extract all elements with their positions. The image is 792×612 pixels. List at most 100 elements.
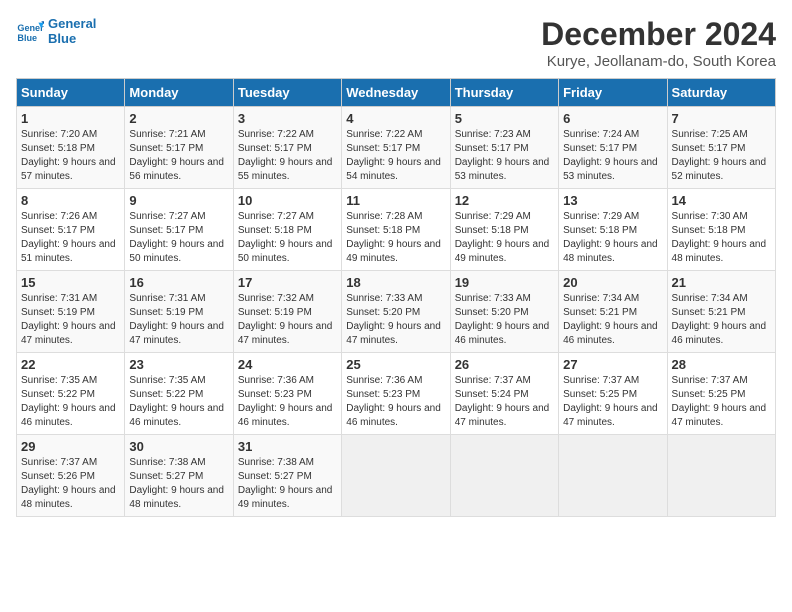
day-number: 20 — [563, 275, 662, 290]
header-wednesday: Wednesday — [342, 79, 450, 107]
calendar-cell-day-10: 10 Sunrise: 7:27 AM Sunset: 5:18 PM Dayl… — [233, 189, 341, 271]
day-info: Sunrise: 7:20 AM Sunset: 5:18 PM Dayligh… — [21, 128, 120, 184]
calendar-cell-empty — [559, 435, 667, 517]
day-number: 7 — [672, 111, 771, 126]
day-number: 21 — [672, 275, 771, 290]
calendar-row: 15 Sunrise: 7:31 AM Sunset: 5:19 PM Dayl… — [17, 271, 776, 353]
calendar-cell-day-4: 4 Sunrise: 7:22 AM Sunset: 5:17 PM Dayli… — [342, 107, 450, 189]
day-number: 15 — [21, 275, 120, 290]
calendar-cell-day-20: 20 Sunrise: 7:34 AM Sunset: 5:21 PM Dayl… — [559, 271, 667, 353]
header-tuesday: Tuesday — [233, 79, 341, 107]
logo-icon: General Blue — [16, 17, 44, 45]
day-info: Sunrise: 7:37 AM Sunset: 5:25 PM Dayligh… — [563, 374, 662, 430]
calendar-row: 22 Sunrise: 7:35 AM Sunset: 5:22 PM Dayl… — [17, 353, 776, 435]
calendar-cell-day-12: 12 Sunrise: 7:29 AM Sunset: 5:18 PM Dayl… — [450, 189, 558, 271]
day-info: Sunrise: 7:31 AM Sunset: 5:19 PM Dayligh… — [129, 292, 228, 348]
calendar-cell-day-19: 19 Sunrise: 7:33 AM Sunset: 5:20 PM Dayl… — [450, 271, 558, 353]
day-info: Sunrise: 7:38 AM Sunset: 5:27 PM Dayligh… — [238, 456, 337, 512]
day-number: 17 — [238, 275, 337, 290]
calendar-cell-day-31: 31 Sunrise: 7:38 AM Sunset: 5:27 PM Dayl… — [233, 435, 341, 517]
day-info: Sunrise: 7:21 AM Sunset: 5:17 PM Dayligh… — [129, 128, 228, 184]
day-info: Sunrise: 7:23 AM Sunset: 5:17 PM Dayligh… — [455, 128, 554, 184]
calendar-cell-day-29: 29 Sunrise: 7:37 AM Sunset: 5:26 PM Dayl… — [17, 435, 125, 517]
day-info: Sunrise: 7:35 AM Sunset: 5:22 PM Dayligh… — [129, 374, 228, 430]
day-number: 1 — [21, 111, 120, 126]
calendar-cell-day-24: 24 Sunrise: 7:36 AM Sunset: 5:23 PM Dayl… — [233, 353, 341, 435]
calendar-cell-day-26: 26 Sunrise: 7:37 AM Sunset: 5:24 PM Dayl… — [450, 353, 558, 435]
day-number: 11 — [346, 193, 445, 208]
day-info: Sunrise: 7:29 AM Sunset: 5:18 PM Dayligh… — [563, 210, 662, 266]
day-info: Sunrise: 7:36 AM Sunset: 5:23 PM Dayligh… — [238, 374, 337, 430]
day-info: Sunrise: 7:24 AM Sunset: 5:17 PM Dayligh… — [563, 128, 662, 184]
day-number: 26 — [455, 357, 554, 372]
calendar-cell-day-23: 23 Sunrise: 7:35 AM Sunset: 5:22 PM Dayl… — [125, 353, 233, 435]
logo: General Blue General Blue — [16, 16, 96, 46]
day-number: 25 — [346, 357, 445, 372]
logo-line1: General — [48, 16, 96, 31]
calendar-cell-empty — [342, 435, 450, 517]
svg-text:Blue: Blue — [17, 33, 37, 43]
calendar-cell-day-30: 30 Sunrise: 7:38 AM Sunset: 5:27 PM Dayl… — [125, 435, 233, 517]
calendar-cell-day-9: 9 Sunrise: 7:27 AM Sunset: 5:17 PM Dayli… — [125, 189, 233, 271]
calendar-cell-day-11: 11 Sunrise: 7:28 AM Sunset: 5:18 PM Dayl… — [342, 189, 450, 271]
calendar-cell-day-8: 8 Sunrise: 7:26 AM Sunset: 5:17 PM Dayli… — [17, 189, 125, 271]
calendar-cell-day-6: 6 Sunrise: 7:24 AM Sunset: 5:17 PM Dayli… — [559, 107, 667, 189]
day-info: Sunrise: 7:25 AM Sunset: 5:17 PM Dayligh… — [672, 128, 771, 184]
day-number: 23 — [129, 357, 228, 372]
calendar-cell-empty — [667, 435, 775, 517]
header-thursday: Thursday — [450, 79, 558, 107]
day-number: 6 — [563, 111, 662, 126]
day-info: Sunrise: 7:22 AM Sunset: 5:17 PM Dayligh… — [346, 128, 445, 184]
day-info: Sunrise: 7:22 AM Sunset: 5:17 PM Dayligh… — [238, 128, 337, 184]
day-number: 5 — [455, 111, 554, 126]
header-saturday: Saturday — [667, 79, 775, 107]
calendar-cell-day-14: 14 Sunrise: 7:30 AM Sunset: 5:18 PM Dayl… — [667, 189, 775, 271]
calendar-cell-day-17: 17 Sunrise: 7:32 AM Sunset: 5:19 PM Dayl… — [233, 271, 341, 353]
day-info: Sunrise: 7:31 AM Sunset: 5:19 PM Dayligh… — [21, 292, 120, 348]
calendar-cell-day-28: 28 Sunrise: 7:37 AM Sunset: 5:25 PM Dayl… — [667, 353, 775, 435]
header-friday: Friday — [559, 79, 667, 107]
day-number: 10 — [238, 193, 337, 208]
calendar-cell-day-18: 18 Sunrise: 7:33 AM Sunset: 5:20 PM Dayl… — [342, 271, 450, 353]
day-number: 8 — [21, 193, 120, 208]
calendar-cell-day-21: 21 Sunrise: 7:34 AM Sunset: 5:21 PM Dayl… — [667, 271, 775, 353]
header-sunday: Sunday — [17, 79, 125, 107]
calendar-cell-day-27: 27 Sunrise: 7:37 AM Sunset: 5:25 PM Dayl… — [559, 353, 667, 435]
page-header: General Blue General Blue December 2024 … — [16, 16, 776, 70]
day-number: 4 — [346, 111, 445, 126]
calendar-cell-day-15: 15 Sunrise: 7:31 AM Sunset: 5:19 PM Dayl… — [17, 271, 125, 353]
day-info: Sunrise: 7:30 AM Sunset: 5:18 PM Dayligh… — [672, 210, 771, 266]
day-info: Sunrise: 7:38 AM Sunset: 5:27 PM Dayligh… — [129, 456, 228, 512]
day-info: Sunrise: 7:33 AM Sunset: 5:20 PM Dayligh… — [455, 292, 554, 348]
day-number: 18 — [346, 275, 445, 290]
day-info: Sunrise: 7:33 AM Sunset: 5:20 PM Dayligh… — [346, 292, 445, 348]
day-info: Sunrise: 7:37 AM Sunset: 5:25 PM Dayligh… — [672, 374, 771, 430]
title-block: December 2024 Kurye, Jeollanam-do, South… — [541, 16, 776, 70]
day-info: Sunrise: 7:26 AM Sunset: 5:17 PM Dayligh… — [21, 210, 120, 266]
logo-line2: Blue — [48, 31, 96, 46]
day-info: Sunrise: 7:34 AM Sunset: 5:21 PM Dayligh… — [672, 292, 771, 348]
calendar-cell-day-22: 22 Sunrise: 7:35 AM Sunset: 5:22 PM Dayl… — [17, 353, 125, 435]
day-number: 24 — [238, 357, 337, 372]
calendar-cell-day-3: 3 Sunrise: 7:22 AM Sunset: 5:17 PM Dayli… — [233, 107, 341, 189]
day-number: 28 — [672, 357, 771, 372]
day-info: Sunrise: 7:37 AM Sunset: 5:26 PM Dayligh… — [21, 456, 120, 512]
calendar-cell-day-5: 5 Sunrise: 7:23 AM Sunset: 5:17 PM Dayli… — [450, 107, 558, 189]
day-info: Sunrise: 7:29 AM Sunset: 5:18 PM Dayligh… — [455, 210, 554, 266]
calendar-header-row: Sunday Monday Tuesday Wednesday Thursday… — [17, 79, 776, 107]
calendar-cell-empty — [450, 435, 558, 517]
day-number: 22 — [21, 357, 120, 372]
day-number: 31 — [238, 439, 337, 454]
calendar-table: Sunday Monday Tuesday Wednesday Thursday… — [16, 78, 776, 517]
day-info: Sunrise: 7:36 AM Sunset: 5:23 PM Dayligh… — [346, 374, 445, 430]
day-info: Sunrise: 7:27 AM Sunset: 5:17 PM Dayligh… — [129, 210, 228, 266]
day-number: 30 — [129, 439, 228, 454]
calendar-cell-day-16: 16 Sunrise: 7:31 AM Sunset: 5:19 PM Dayl… — [125, 271, 233, 353]
day-number: 3 — [238, 111, 337, 126]
main-title: December 2024 — [541, 16, 776, 53]
day-number: 19 — [455, 275, 554, 290]
day-info: Sunrise: 7:32 AM Sunset: 5:19 PM Dayligh… — [238, 292, 337, 348]
day-info: Sunrise: 7:34 AM Sunset: 5:21 PM Dayligh… — [563, 292, 662, 348]
calendar-cell-day-1: 1 Sunrise: 7:20 AM Sunset: 5:18 PM Dayli… — [17, 107, 125, 189]
day-info: Sunrise: 7:35 AM Sunset: 5:22 PM Dayligh… — [21, 374, 120, 430]
